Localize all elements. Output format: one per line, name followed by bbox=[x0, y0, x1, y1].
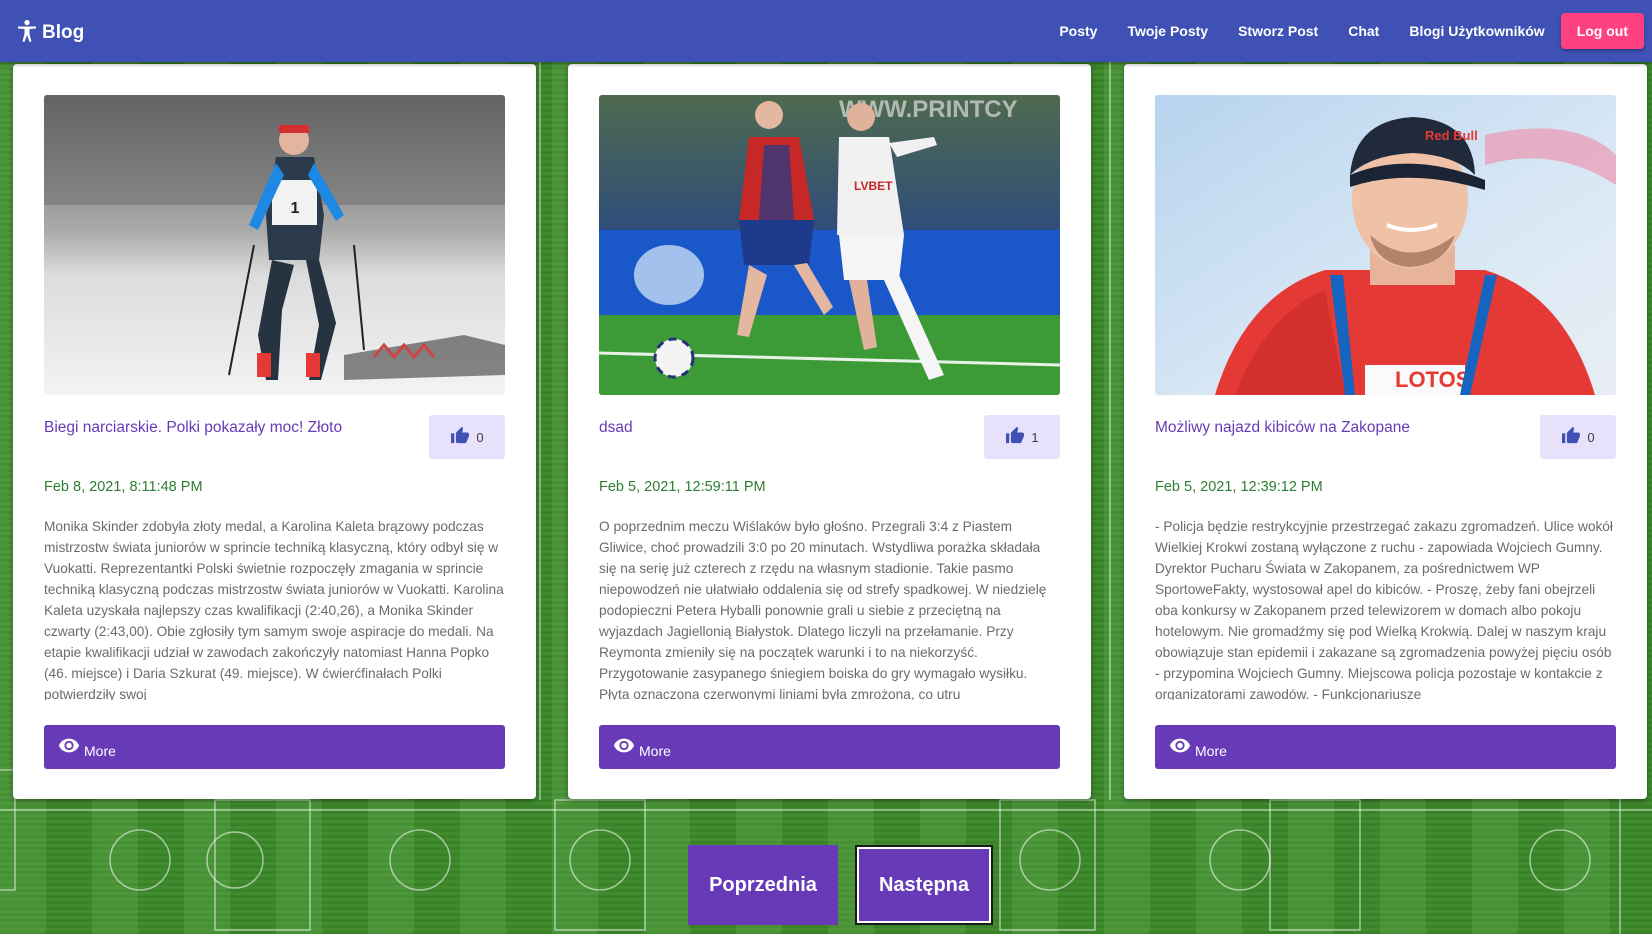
post-title[interactable]: Biegi narciarskie. Polki pokazały moc! Z… bbox=[44, 419, 414, 437]
nav-link-twoje-posty[interactable]: Twoje Posty bbox=[1112, 15, 1223, 47]
nav-link-blogi-uzytkownikow[interactable]: Blogi Użytkowników bbox=[1394, 15, 1559, 47]
svg-text:Red Bull: Red Bull bbox=[1425, 128, 1478, 143]
nav-link-stworz-post[interactable]: Stworz Post bbox=[1223, 15, 1333, 47]
post-title[interactable]: dsad bbox=[599, 419, 969, 437]
more-label: More bbox=[1195, 743, 1227, 759]
app-title: Blog bbox=[42, 22, 85, 43]
post-card: WWW.PRINTCY LVBET dsad 1 Feb 5, 2021, 12… bbox=[568, 64, 1091, 799]
nav-link-posty[interactable]: Posty bbox=[1044, 15, 1112, 47]
more-button[interactable]: More bbox=[44, 725, 505, 769]
eye-icon bbox=[58, 737, 80, 758]
like-count: 1 bbox=[1031, 429, 1039, 445]
thumb-up-icon bbox=[1561, 426, 1581, 449]
svg-text:LVBET: LVBET bbox=[854, 179, 893, 193]
svg-text:1: 1 bbox=[291, 200, 300, 217]
post-date: Feb 8, 2021, 8:11:48 PM bbox=[44, 479, 203, 495]
more-button[interactable]: More bbox=[1155, 725, 1616, 769]
eye-icon bbox=[1169, 737, 1191, 758]
like-button[interactable]: 0 bbox=[1540, 415, 1616, 459]
post-image-football: WWW.PRINTCY LVBET bbox=[599, 95, 1060, 395]
thumb-up-icon bbox=[450, 426, 470, 449]
post-date: Feb 5, 2021, 12:59:11 PM bbox=[599, 479, 766, 495]
post-card: 1 Biegi narciarskie. Polki pokazały moc!… bbox=[13, 64, 536, 799]
like-count: 0 bbox=[1587, 429, 1595, 445]
like-count: 0 bbox=[476, 429, 484, 445]
post-card: LOTOS Red Bull Możliwy najazd kibiców na… bbox=[1124, 64, 1647, 799]
post-title[interactable]: Możliwy najazd kibiców na Zakopane bbox=[1155, 419, 1525, 437]
post-image-skier: 1 bbox=[44, 95, 505, 395]
main-nav: Posty Twoje Posty Stworz Post Chat Blogi… bbox=[1044, 13, 1644, 49]
previous-page-button[interactable]: Poprzednia bbox=[688, 845, 838, 925]
brand[interactable]: Blog bbox=[16, 18, 84, 44]
like-button[interactable]: 0 bbox=[429, 415, 505, 459]
accessibility-icon bbox=[16, 19, 38, 43]
top-app-bar: Blog Posty Twoje Posty Stworz Post Chat … bbox=[0, 0, 1652, 62]
eye-icon bbox=[613, 737, 635, 758]
post-image-portrait: LOTOS Red Bull bbox=[1155, 95, 1616, 395]
post-excerpt: Monika Skinder zdobyła złoty medal, a Ka… bbox=[44, 519, 504, 700]
more-label: More bbox=[84, 743, 116, 759]
more-button[interactable]: More bbox=[599, 725, 1060, 769]
logout-button[interactable]: Log out bbox=[1560, 13, 1644, 49]
post-excerpt: O poprzednim meczu Wiślaków było głośno.… bbox=[599, 519, 1047, 700]
svg-text:LOTOS: LOTOS bbox=[1395, 367, 1470, 392]
nav-link-chat[interactable]: Chat bbox=[1333, 15, 1394, 47]
next-page-button[interactable]: Następna bbox=[855, 845, 993, 925]
like-button[interactable]: 1 bbox=[984, 415, 1060, 459]
thumb-up-icon bbox=[1005, 426, 1025, 449]
post-excerpt: - Policja będzie restrykcyjnie przestrze… bbox=[1155, 519, 1613, 700]
post-date: Feb 5, 2021, 12:39:12 PM bbox=[1155, 479, 1323, 495]
more-label: More bbox=[639, 743, 671, 759]
